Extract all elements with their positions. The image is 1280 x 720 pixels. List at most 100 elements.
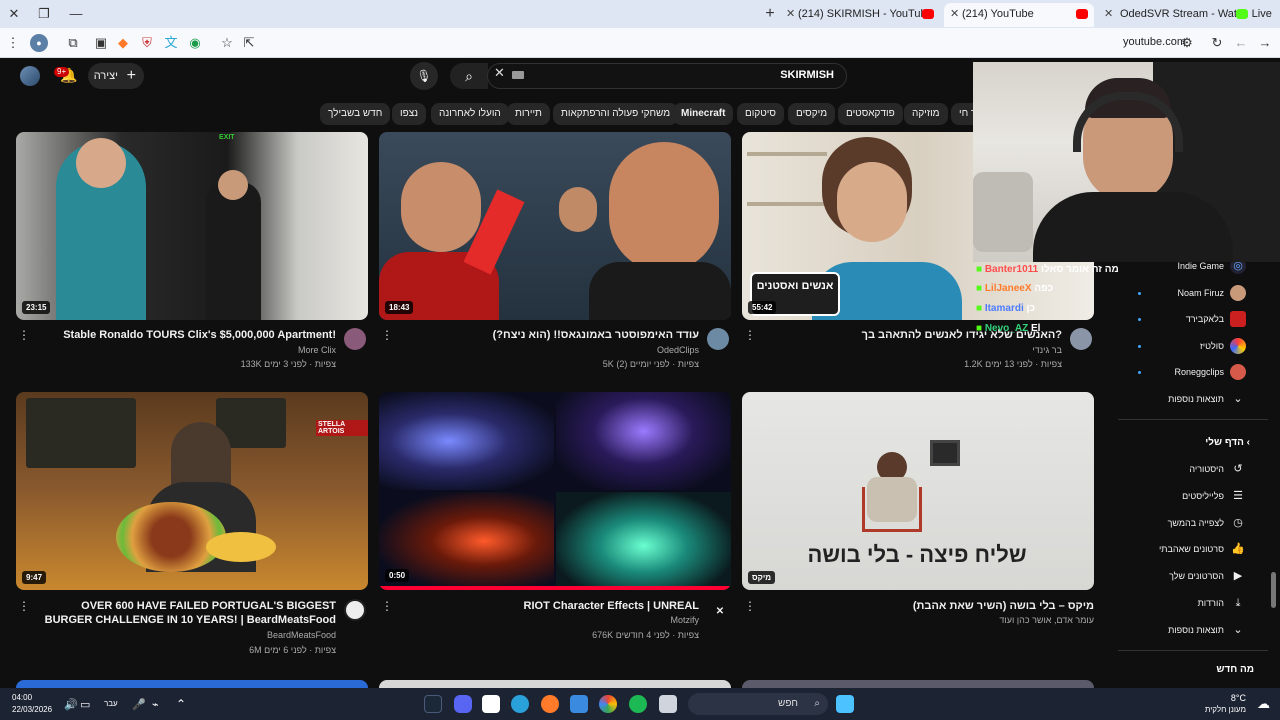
search-button[interactable]: ⌕ <box>450 63 488 89</box>
sidebar-sub-noam-firuz[interactable]: Noam Firuz <box>1118 282 1258 306</box>
weather-temp[interactable]: 8°C <box>1231 693 1246 703</box>
close-tab-icon[interactable]: ✕ <box>1104 3 1113 25</box>
channel-avatar[interactable] <box>1070 328 1092 350</box>
display-icon[interactable]: ▭ <box>80 698 90 711</box>
restore-window-icon[interactable]: ❐ <box>34 4 54 24</box>
sidebar-show-more[interactable]: תוצאות נוספות ⌄ <box>1118 388 1258 412</box>
chip[interactable]: נצפו <box>392 103 427 125</box>
chip[interactable]: הועלו לאחרונה <box>431 103 509 125</box>
tab-youtube-home[interactable]: ✕ (214) YouTube <box>944 3 1094 27</box>
profile-icon[interactable]: ● <box>30 34 48 52</box>
video-title[interactable]: Stable Ronaldo TOURS Clix's $5,000,000 A… <box>40 328 336 342</box>
voice-search-icon[interactable]: 🎙 <box>410 62 438 90</box>
chevron-up-icon[interactable]: ⌃ <box>176 697 186 711</box>
bookmark-star-icon[interactable]: ☆ <box>218 34 236 52</box>
clock-time[interactable]: 04:00 <box>12 693 32 702</box>
file-explorer-icon[interactable] <box>659 695 677 713</box>
chip[interactable]: סיטקום <box>737 103 784 125</box>
reload-icon[interactable]: ↻ <box>1208 34 1226 52</box>
spotify-app-icon[interactable] <box>629 695 647 713</box>
more-options-icon[interactable]: ⋮ <box>18 599 30 613</box>
sidebar-item-watch-later[interactable]: לצפייה בהמשך ◷ <box>1118 512 1258 536</box>
sidebar-item-liked[interactable]: סרטונים שאהבתי 👍 <box>1118 538 1258 562</box>
search-input[interactable]: SKIRMISH <box>487 63 847 89</box>
more-options-icon[interactable]: ⋮ <box>381 599 393 613</box>
video-thumbnail[interactable] <box>16 680 368 688</box>
video-thumbnail[interactable] <box>379 680 731 688</box>
site-settings-icon[interactable]: ⚙ <box>1178 34 1196 52</box>
chip[interactable]: חדש בשבילך <box>320 103 391 125</box>
screenshot-icon[interactable]: ▣ <box>92 34 110 52</box>
tab-youtube-skirmish[interactable]: ✕ (214) SKIRMISH - YouTube <box>784 3 940 27</box>
more-options-icon[interactable]: ⋮ <box>381 328 393 342</box>
video-title[interactable]: עודד האימפוסטר באמונגאס!! (הוא ניצח?) <box>400 328 699 342</box>
sidebar-item-downloads[interactable]: הורדות ⤓ <box>1118 592 1258 616</box>
chip[interactable]: מוזיקה <box>904 103 948 125</box>
chip[interactable]: פודקאסטים <box>838 103 903 125</box>
video-title[interactable]: OVER 600 HAVE FAILED PORTUGAL'S BIGGEST … <box>40 599 336 627</box>
channel-avatar[interactable]: ✕ <box>709 601 731 623</box>
discord-app-icon[interactable] <box>454 695 472 713</box>
channel-avatar[interactable] <box>707 328 729 350</box>
more-options-icon[interactable]: ⋮ <box>744 599 756 613</box>
close-window-icon[interactable]: ✕ <box>4 4 24 24</box>
avatar[interactable] <box>20 66 40 86</box>
video-title[interactable]: RIOT Character Effects | UNREAL <box>400 599 699 613</box>
url-text[interactable]: youtube.com <box>1123 36 1186 48</box>
chip[interactable]: מיקסים <box>788 103 836 125</box>
channel-name[interactable]: עומר אדם, אושר כהן ועוד <box>760 615 1094 625</box>
language-indicator[interactable]: עבר <box>104 699 118 708</box>
channel-name[interactable]: Motzify <box>400 615 699 625</box>
network-icon[interactable]: ⌁ <box>152 698 159 711</box>
minimize-window-icon[interactable]: — <box>66 4 86 24</box>
clock-date[interactable]: 22/03/2026 <box>12 705 52 714</box>
app-icon[interactable] <box>541 695 559 713</box>
video-thumbnail[interactable]: STELLA ARTOIS 9:47 <box>16 392 368 590</box>
telegram-app-icon[interactable] <box>511 695 529 713</box>
close-tab-icon[interactable]: ✕ <box>950 3 959 25</box>
weather-desc[interactable]: מעונן חלקית <box>1205 705 1246 714</box>
mic-icon[interactable]: 🎤 <box>132 698 146 711</box>
channel-avatar[interactable] <box>344 599 366 621</box>
sidebar-item-your-videos[interactable]: הסרטונים שלך ▶ <box>1118 565 1258 589</box>
new-tab-icon[interactable]: + <box>760 4 780 24</box>
taskbar-search[interactable]: חפש ⌕ <box>688 693 828 715</box>
video-thumbnail[interactable]: EXIT 23:15 <box>16 132 368 320</box>
extension-green-icon[interactable]: ◉ <box>186 34 204 52</box>
video-thumbnail[interactable]: 18:43 <box>379 132 731 320</box>
start-windows-icon[interactable] <box>836 695 854 713</box>
speaker-icon[interactable]: 🔊 <box>64 698 78 711</box>
channel-avatar[interactable] <box>344 328 366 350</box>
more-options-icon[interactable]: ⋮ <box>18 328 30 342</box>
close-tab-icon[interactable]: ✕ <box>786 3 795 25</box>
sidebar-item-history[interactable]: היסטוריה ↺ <box>1118 458 1258 482</box>
extension-orange-icon[interactable]: ◆ <box>114 34 132 52</box>
sidebar-sub-roneggclips[interactable]: Roneggclips <box>1118 361 1258 385</box>
steam-app-icon[interactable] <box>424 695 442 713</box>
back-icon[interactable]: → <box>1256 34 1274 52</box>
channel-name[interactable]: More Clix <box>40 345 336 355</box>
video-thumbnail[interactable] <box>742 680 1094 688</box>
chip[interactable]: Minecraft <box>673 103 734 125</box>
channel-name[interactable]: BeardMeatsFood <box>40 630 336 640</box>
sidebar-show-more[interactable]: תוצאות נוספות ⌄ <box>1118 619 1258 643</box>
notes-app-icon[interactable] <box>482 695 500 713</box>
sidebar-item-playlists[interactable]: פלייליסטים ☰ <box>1118 485 1258 509</box>
keyboard-icon[interactable] <box>512 71 524 79</box>
more-options-icon[interactable]: ⋮ <box>744 328 756 342</box>
share-icon[interactable]: ⇱ <box>240 34 258 52</box>
extensions-icon[interactable]: ⧉ <box>64 34 82 52</box>
channel-name[interactable]: OdedClips <box>400 345 699 355</box>
channel-name[interactable]: בר גינדי <box>760 345 1062 355</box>
translate-icon[interactable]: 文 <box>162 34 180 52</box>
create-button[interactable]: יצירה + <box>88 63 144 89</box>
video-title[interactable]: מיקס – בלי בושה (השיר שאת אהבת) <box>760 599 1094 613</box>
forward-icon[interactable]: ← <box>1232 34 1250 52</box>
weather-icon[interactable]: ☁ <box>1257 696 1270 712</box>
sidebar-sub-soltiz[interactable]: סולטיז <box>1118 335 1258 359</box>
apps-grid-icon[interactable] <box>570 695 588 713</box>
clear-search-icon[interactable]: ✕ <box>494 65 505 81</box>
sidebar-sub-blackbird[interactable]: בלאקבירד <box>1118 308 1258 332</box>
tab-odedsvr[interactable]: ✕ OdedSVR Stream - Watch Live <box>1098 3 1278 27</box>
scrollbar[interactable] <box>1271 572 1276 608</box>
